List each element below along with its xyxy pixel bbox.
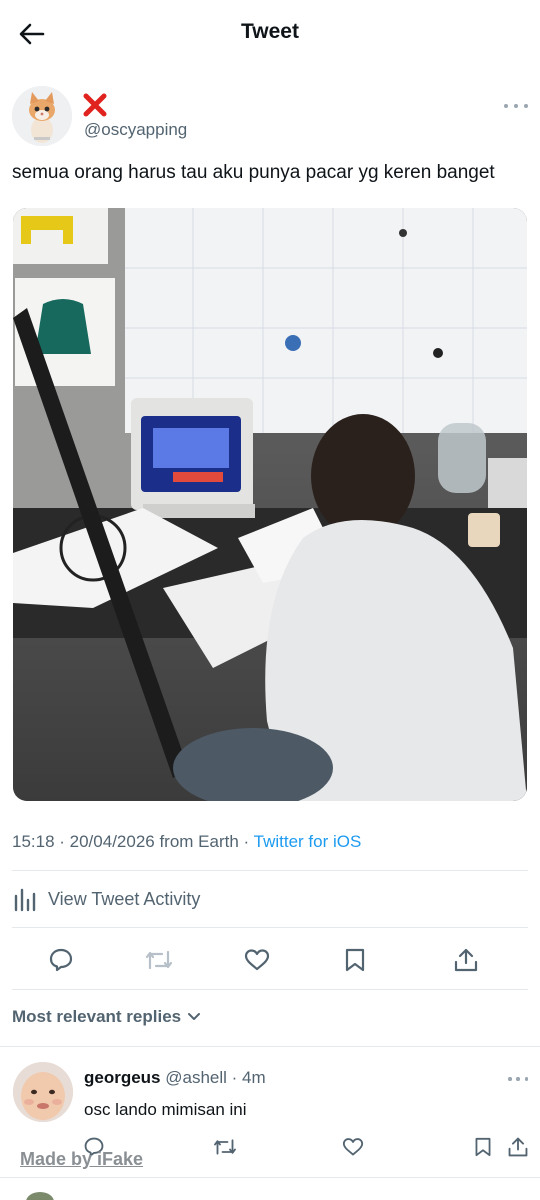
tweet-text: semua orang harus tau aku punya pacar yg… [12, 162, 495, 183]
share-button[interactable] [448, 942, 484, 978]
more-options-icon[interactable] [508, 1074, 528, 1084]
bookmark-button[interactable] [337, 942, 373, 978]
divider [0, 1177, 540, 1178]
next-reply-peek [0, 1180, 540, 1200]
reply-bookmark-button[interactable] [468, 1132, 498, 1162]
retweet-icon [145, 950, 173, 970]
share-icon [508, 1137, 528, 1157]
red-x-mark-icon [82, 92, 108, 123]
divider [12, 870, 528, 871]
divider [12, 989, 528, 990]
tweet-timestamp: 15:18 · 20/04/2026 from Earth · Twitter … [12, 832, 361, 852]
replies-heading: Most relevant replies [12, 1007, 182, 1026]
avatar[interactable] [13, 1062, 73, 1122]
reply-time: · 4m [226, 1068, 266, 1087]
page-title: Tweet [241, 20, 299, 43]
share-icon [454, 948, 478, 972]
bookmark-icon [475, 1137, 491, 1157]
analytics-icon [14, 888, 36, 912]
retweet-icon [214, 1139, 236, 1155]
tweet-author: @oscyapping [12, 86, 528, 148]
tweet-photo[interactable] [13, 208, 527, 801]
avatar-peek [26, 1192, 54, 1200]
like-button[interactable] [239, 942, 275, 978]
top-bar: Tweet [0, 0, 540, 66]
reply-header: georgeus @ashell · 4m [84, 1068, 266, 1088]
kitten-avatar-image [12, 86, 72, 146]
reply-retweet-button[interactable] [210, 1132, 240, 1162]
chevron-down-icon [188, 1013, 201, 1020]
like-icon [342, 1138, 364, 1156]
like-icon [244, 949, 270, 971]
activity-label: View Tweet Activity [48, 888, 201, 909]
reply-share-button[interactable] [503, 1132, 533, 1162]
more-options-icon[interactable] [504, 98, 528, 114]
view-activity-button[interactable]: View Tweet Activity [12, 882, 200, 916]
baby-avatar-image [13, 1062, 73, 1122]
divider [12, 927, 528, 928]
tweet-actions [0, 938, 540, 982]
reply-like-button[interactable] [338, 1132, 368, 1162]
author-handle[interactable]: @oscyapping [84, 120, 187, 140]
retweet-button[interactable] [141, 942, 177, 978]
avatar[interactable] [12, 86, 72, 146]
reply-icon [49, 948, 73, 972]
reply-text: osc lando mimisan ini [84, 1100, 247, 1119]
timestamp-text: 15:18 · 20/04/2026 from Earth · [12, 832, 254, 851]
client-link[interactable]: Twitter for iOS [254, 832, 362, 851]
desk-scene-image [13, 208, 527, 801]
watermark: Made by iFake [20, 1149, 144, 1169]
reply-button[interactable] [43, 942, 79, 978]
divider [0, 1046, 540, 1047]
bookmark-icon [345, 948, 365, 972]
reply-author-name[interactable]: georgeus [84, 1068, 161, 1087]
replies-sort-dropdown[interactable]: Most relevant replies [12, 1007, 201, 1027]
reply-author-handle[interactable]: @ashell [165, 1068, 227, 1087]
